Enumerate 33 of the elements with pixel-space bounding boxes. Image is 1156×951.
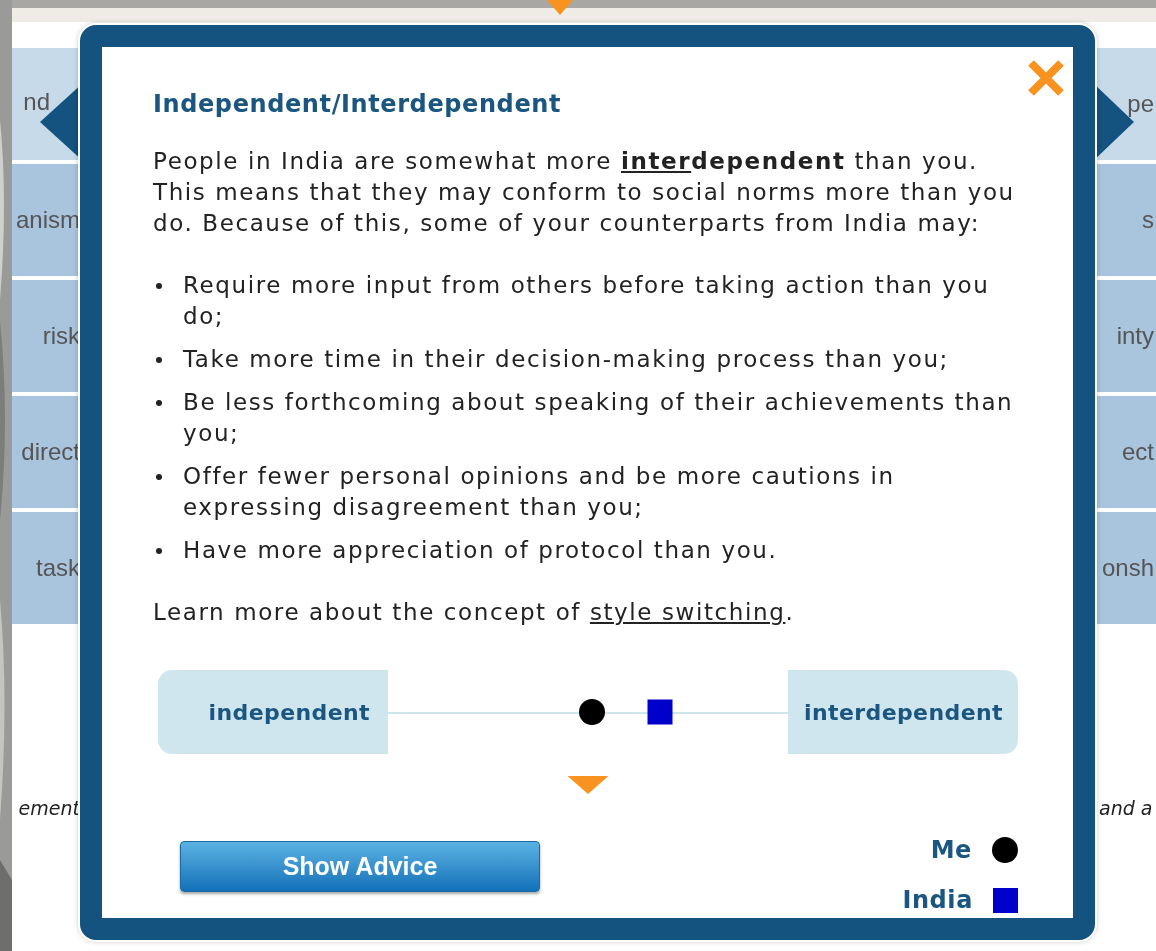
bullet-icon <box>156 474 162 480</box>
bullet-text: Offer fewer personal opinions and be more cautions in expressing disagreement than you; <box>183 462 896 522</box>
category-tile[interactable]: risk <box>12 280 80 392</box>
category-tile[interactable]: s <box>1095 164 1156 276</box>
intro-paragraph: People in India are somewhat more interdependent than you. This means that they may conform to social norms more than you do. Because of this, some of your counterparts from India may: <box>153 147 1016 238</box>
circle-marker-icon <box>992 837 1018 863</box>
bullet-text: Require more input from others before taking action than you do; <box>183 271 991 331</box>
show-advice-button[interactable]: Show Advice <box>180 841 540 892</box>
scale-right-label: interdependent <box>803 698 1004 727</box>
pointer-icon <box>547 0 573 15</box>
bullet-icon <box>156 357 162 363</box>
scale-left-label: independent <box>207 698 371 727</box>
bullet-text: Take more time in their decision-making process than you; <box>183 345 950 374</box>
category-tile[interactable]: direct <box>12 396 80 508</box>
bullet-text: Have more appreciation of protocol than you. <box>183 536 779 565</box>
category-tile[interactable]: anism <box>12 164 80 276</box>
category-tile[interactable]: inty <box>1095 280 1156 392</box>
bullet-icon <box>156 548 162 554</box>
bullet-icon <box>156 400 162 406</box>
bullet-text: Be less forthcoming about speaking of their achievements than you; <box>183 388 1015 448</box>
category-tile[interactable]: task <box>12 512 80 624</box>
legend-label: Me <box>930 835 972 866</box>
note-text: and a <box>1098 796 1154 821</box>
bullet-icon <box>156 283 162 289</box>
legend-label: India <box>902 885 973 916</box>
category-tile[interactable]: onsh <box>1095 512 1156 624</box>
close-icon[interactable] <box>1027 59 1065 97</box>
style-switching-link[interactable]: style switching <box>589 599 786 625</box>
learn-more-text: Learn more about the concept of style switching. <box>153 598 796 627</box>
category-tile[interactable]: ect <box>1095 396 1156 508</box>
dialog-title: Independent/Interdependent <box>153 89 562 119</box>
square-marker-icon <box>993 887 1018 913</box>
note-text: ement <box>17 796 80 821</box>
